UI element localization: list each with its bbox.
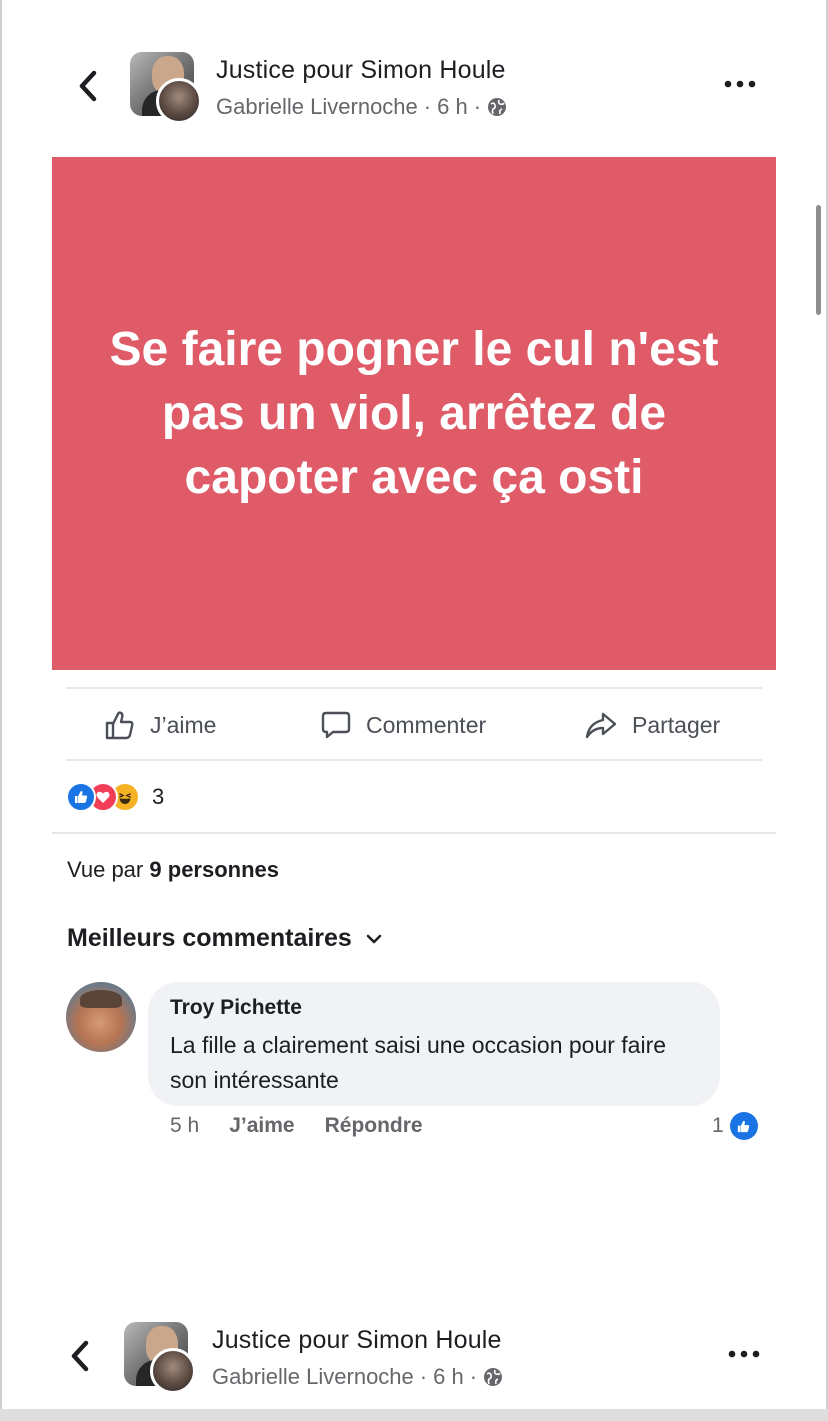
author-name[interactable]: Gabrielle Livernoche <box>216 94 418 120</box>
like-reaction-icon <box>729 1112 758 1140</box>
seen-by-count: 9 <box>149 857 162 882</box>
comment-time[interactable]: 5 h <box>170 1114 199 1138</box>
author-avatar <box>156 78 202 124</box>
comment-author[interactable]: Troy Pichette <box>170 996 698 1020</box>
post-header: Justice pour Simon Houle Gabrielle Liver… <box>0 52 828 132</box>
group-name[interactable]: Justice pour Simon Houle <box>216 56 506 85</box>
comment-like-button[interactable]: J’aime <box>229 1114 294 1138</box>
reactions-summary[interactable]: 3 <box>66 782 164 812</box>
comment-bubble: Troy Pichette La fille a clairement sais… <box>148 982 720 1106</box>
post-time[interactable]: 6 h <box>433 1364 464 1390</box>
share-label: Partager <box>632 711 721 738</box>
meta-separator: · <box>473 94 482 119</box>
comment-label: Commenter <box>366 711 487 738</box>
post-meta: Gabrielle Livernoche · 6 h · <box>216 94 507 120</box>
author-avatar <box>150 1348 196 1394</box>
post-action-bar: J’aime Commenter Partager <box>66 690 762 760</box>
comment-footer: 5 h J’aime Répondre <box>170 1114 423 1138</box>
comment-icon <box>321 711 351 739</box>
chevron-left-icon <box>79 70 97 102</box>
author-name[interactable]: Gabrielle Livernoche <box>212 1364 414 1390</box>
chevron-down-icon <box>366 934 382 943</box>
group-avatar-stack[interactable] <box>124 1322 198 1394</box>
commenter-avatar[interactable] <box>66 982 136 1052</box>
globe-icon <box>488 98 507 116</box>
divider <box>66 687 762 689</box>
meta-separator: · <box>423 94 432 119</box>
seen-by-suffix: personnes <box>167 857 280 882</box>
scrollbar[interactable] <box>816 205 821 315</box>
more-icon <box>724 80 756 88</box>
globe-icon <box>484 1368 503 1386</box>
comment-button[interactable]: Commenter <box>320 690 486 760</box>
more-icon <box>728 1350 760 1358</box>
meta-separator: · <box>469 1364 478 1389</box>
like-label: J’aime <box>150 711 217 738</box>
divider <box>52 832 776 834</box>
like-button[interactable]: J’aime <box>104 690 216 760</box>
post-text-card: Se faire pogner le cul n'est pas un viol… <box>52 157 776 670</box>
share-icon <box>585 712 617 739</box>
like-reaction-icon <box>66 782 96 812</box>
more-options-button[interactable] <box>726 1342 762 1366</box>
seen-by-prefix: Vue par <box>67 857 144 882</box>
back-button[interactable] <box>72 70 104 102</box>
chevron-left-icon <box>71 1340 89 1372</box>
divider <box>66 759 762 761</box>
comment-filter-label: Meilleurs commentaires <box>67 924 352 952</box>
group-name[interactable]: Justice pour Simon Houle <box>212 1326 502 1355</box>
more-options-button[interactable] <box>722 72 758 96</box>
comment-likes[interactable]: 1 <box>712 1112 758 1140</box>
group-avatar-stack[interactable] <box>130 52 204 124</box>
comment-reply-button[interactable]: Répondre <box>325 1114 423 1138</box>
comment-filter-dropdown[interactable]: Meilleurs commentaires <box>67 924 382 953</box>
next-post-header: Justice pour Simon Houle Gabrielle Liver… <box>0 1322 828 1402</box>
comment-like-count: 1 <box>712 1114 724 1137</box>
thumbs-up-icon <box>105 711 134 740</box>
bottom-edge <box>0 1409 828 1421</box>
post-meta: Gabrielle Livernoche · 6 h · <box>212 1364 503 1390</box>
seen-by-text[interactable]: Vue par 9 personnes <box>67 857 279 883</box>
post-text: Se faire pogner le cul n'est pas un viol… <box>109 322 719 504</box>
share-button[interactable]: Partager <box>584 690 720 760</box>
post-time[interactable]: 6 h <box>437 94 468 120</box>
reaction-count: 3 <box>152 784 165 809</box>
comment-text: La fille a clairement saisi une occasion… <box>170 1032 667 1093</box>
back-button[interactable] <box>64 1340 96 1372</box>
meta-separator: · <box>419 1364 428 1389</box>
